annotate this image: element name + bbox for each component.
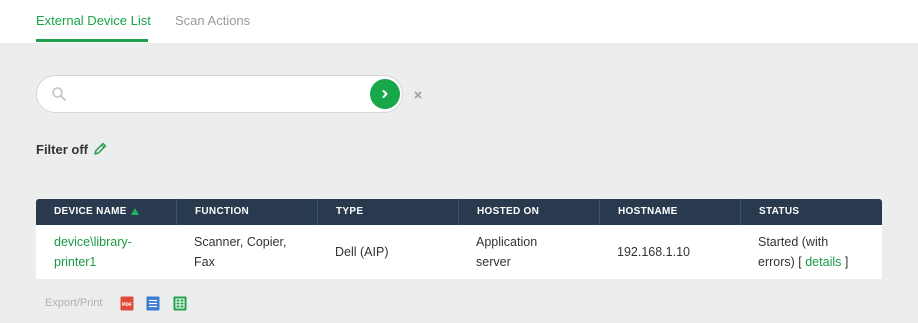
export-print-label: Export/Print bbox=[45, 297, 103, 309]
details-link[interactable]: details bbox=[805, 255, 841, 269]
tab-bar: External Device List Scan Actions bbox=[0, 0, 918, 43]
chevron-right-icon bbox=[382, 90, 388, 98]
active-tab-indicator bbox=[36, 39, 148, 42]
type-cell: Dell (AIP) bbox=[335, 245, 389, 259]
clear-search-button[interactable] bbox=[413, 88, 425, 102]
column-header-hostname[interactable]: HOSTNAME bbox=[599, 199, 678, 225]
tab-scan-actions[interactable]: Scan Actions bbox=[175, 13, 250, 28]
device-table: DEVICE NAME FUNCTION TYPE HOSTED ON HOST… bbox=[36, 199, 882, 279]
close-icon bbox=[414, 91, 422, 99]
hosted-on-cell: Application server bbox=[476, 235, 538, 269]
list-icon[interactable] bbox=[146, 296, 160, 311]
column-header-function[interactable]: FUNCTION bbox=[176, 199, 249, 225]
device-name-cell: device\library-printer1 bbox=[54, 232, 132, 272]
column-header-device-name[interactable]: DEVICE NAME bbox=[54, 199, 139, 225]
hostname-cell: 192.168.1.10 bbox=[617, 245, 690, 259]
spreadsheet-icon[interactable] bbox=[173, 296, 187, 311]
pencil-icon[interactable] bbox=[92, 141, 108, 157]
search-icon bbox=[52, 87, 66, 101]
function-cell: Scanner, Copier, Fax bbox=[194, 235, 287, 269]
search-input[interactable] bbox=[77, 85, 357, 105]
svg-text:PDF: PDF bbox=[122, 302, 132, 308]
pdf-icon[interactable]: PDF bbox=[120, 296, 134, 311]
column-header-status[interactable]: STATUS bbox=[740, 199, 799, 225]
status-cell: Started (with errors) [ details ] bbox=[758, 235, 849, 269]
device-name-link[interactable]: device\library-printer1 bbox=[54, 235, 132, 269]
search-submit-button[interactable] bbox=[370, 79, 400, 109]
sort-ascending-icon bbox=[130, 208, 139, 215]
table-header: DEVICE NAME FUNCTION TYPE HOSTED ON HOST… bbox=[36, 199, 882, 225]
search-box bbox=[36, 75, 403, 113]
tab-external-device-list[interactable]: External Device List bbox=[36, 13, 151, 28]
table-row: device\library-printer1 Scanner, Copier,… bbox=[36, 225, 882, 279]
column-header-type[interactable]: TYPE bbox=[317, 199, 363, 225]
filter-status-label: Filter off bbox=[36, 142, 88, 157]
column-header-hosted-on[interactable]: HOSTED ON bbox=[458, 199, 539, 225]
